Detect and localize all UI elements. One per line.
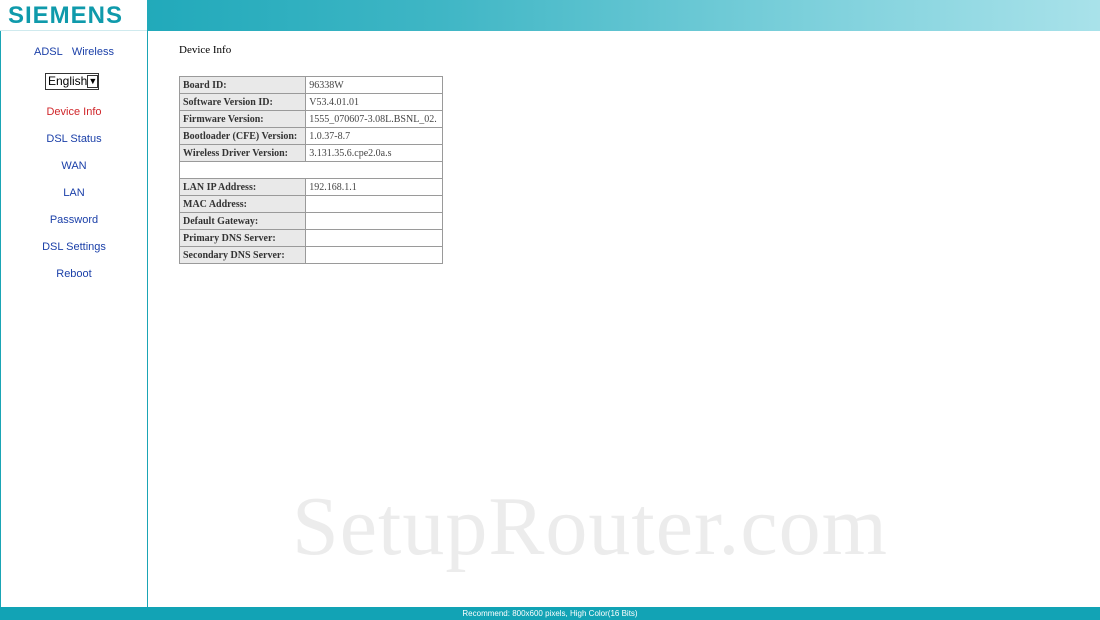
- row-label: LAN IP Address:: [178, 178, 307, 196]
- row-value: 3.131.35.6.cpe2.0a.s: [305, 144, 443, 162]
- table-row: Wireless Driver Version: 3.131.35.6.cpe2…: [178, 144, 443, 162]
- device-info-table: Board ID: 96338W Software Version ID: V5…: [178, 76, 443, 264]
- row-label: Primary DNS Server:: [178, 229, 307, 247]
- language-select-value: English: [48, 74, 88, 88]
- row-value: 96338W: [305, 76, 443, 94]
- row-value: [305, 246, 443, 264]
- table-spacer-row: [179, 161, 443, 179]
- table-row: Bootloader (CFE) Version: 1.0.37-8.7: [178, 127, 443, 145]
- table-row: Secondary DNS Server:: [178, 246, 443, 264]
- sidebar-item-wan[interactable]: WAN: [1, 159, 147, 186]
- language-select[interactable]: English ▼: [45, 73, 99, 90]
- row-value: V53.4.01.01: [305, 93, 443, 111]
- sidebar-item-dsl-settings[interactable]: DSL Settings: [1, 240, 147, 267]
- row-value: [305, 229, 443, 247]
- row-label: Wireless Driver Version:: [178, 144, 307, 162]
- row-label: MAC Address:: [178, 195, 307, 213]
- table-row: Software Version ID: V53.4.01.01: [178, 93, 443, 111]
- page-title: Device Info: [179, 44, 232, 56]
- table-row: Primary DNS Server:: [178, 229, 443, 247]
- row-value: 1.0.37-8.7: [305, 127, 443, 145]
- footer-bar: Recommend: 800x600 pixels, High Color(16…: [0, 607, 1100, 620]
- sidebar-item-password[interactable]: Password: [1, 213, 147, 240]
- logo-text: SIEMENS: [8, 2, 124, 29]
- row-label: Secondary DNS Server:: [178, 246, 307, 264]
- row-label: Firmware Version:: [178, 110, 307, 128]
- chevron-down-icon[interactable]: ▼: [87, 75, 99, 88]
- table-row: LAN IP Address: 192.168.1.1: [178, 178, 443, 196]
- row-value: [305, 195, 443, 213]
- row-label: Default Gateway:: [178, 212, 307, 230]
- header-bar: SIEMENS: [0, 0, 1100, 31]
- row-value: 192.168.1.1: [305, 178, 443, 196]
- sidebar-top-links: ADSL Wireless: [1, 46, 147, 58]
- spacer-cell: [179, 161, 443, 179]
- footer-text: Recommend: 800x600 pixels, High Color(16…: [462, 609, 638, 618]
- watermark: SetupRouter.com: [292, 480, 888, 573]
- link-wireless[interactable]: Wireless: [72, 46, 114, 58]
- row-label: Software Version ID:: [178, 93, 307, 111]
- row-label: Bootloader (CFE) Version:: [178, 127, 307, 145]
- table-row: Firmware Version: 1555_070607-3.08L.BSNL…: [178, 110, 443, 128]
- sidebar-item-dsl-status[interactable]: DSL Status: [1, 132, 147, 159]
- table-row: Board ID: 96338W: [178, 76, 443, 94]
- sidebar-menu: Device Info DSL Status WAN LAN Password …: [1, 105, 147, 294]
- sidebar-item-lan[interactable]: LAN: [1, 186, 147, 213]
- row-value: 1555_070607-3.08L.BSNL_02.: [305, 110, 443, 128]
- row-label: Board ID:: [178, 76, 307, 94]
- sidebar-item-reboot[interactable]: Reboot: [1, 267, 147, 294]
- link-adsl[interactable]: ADSL: [34, 46, 63, 58]
- row-value: [305, 212, 443, 230]
- sidebar: ADSL Wireless English ▼ Device Info DSL …: [0, 31, 148, 607]
- sidebar-item-device-info[interactable]: Device Info: [1, 105, 147, 132]
- table-row: Default Gateway:: [178, 212, 443, 230]
- logo: SIEMENS: [0, 0, 147, 31]
- table-row: MAC Address:: [178, 195, 443, 213]
